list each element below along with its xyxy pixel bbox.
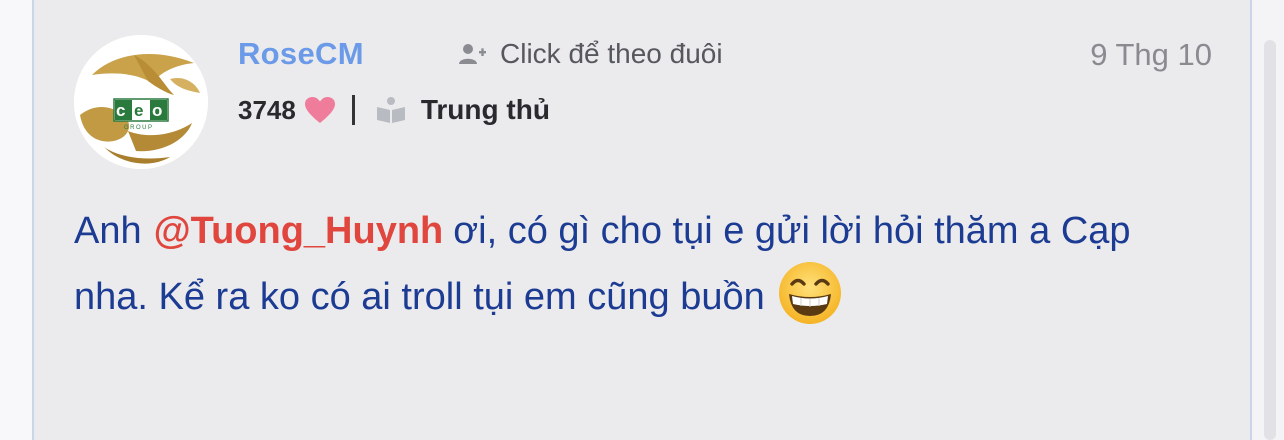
rank-label: Trung thủ	[420, 94, 550, 125]
svg-text:o: o	[152, 101, 162, 120]
svg-text:c: c	[116, 101, 125, 120]
content-text-before: Anh	[74, 210, 142, 252]
user-plus-icon	[459, 44, 486, 64]
points-count: 3748	[238, 94, 296, 125]
svg-text:e: e	[134, 101, 143, 120]
svg-text:GROUP: GROUP	[124, 125, 154, 131]
scrollbar[interactable]	[1264, 40, 1276, 440]
mention-link[interactable]: @Tuong_Huynh	[154, 210, 444, 252]
book-icon	[376, 97, 405, 123]
username-link[interactable]: RoseCM	[238, 36, 364, 72]
ceo-group-logo: c e o GROUP	[74, 35, 208, 169]
comment-body: Anh @Tuong_Huynh ơi, có gì cho tụi e gửi l…	[74, 198, 1184, 332]
grinning-face-icon	[777, 260, 843, 326]
page-margin-left	[0, 0, 32, 440]
follow-label: Click để theo đuôi	[500, 38, 723, 69]
heart-icon	[304, 97, 335, 123]
user-meta: 3748 Trung thủ	[238, 94, 550, 126]
comment-card: c e o GROUP RoseCM Click để theo đuôi 9 …	[32, 0, 1252, 440]
follow-button[interactable]: Click để theo đuôi	[458, 38, 723, 70]
meta-divider	[351, 95, 355, 125]
post-date: 9 Thg 10	[1090, 37, 1212, 72]
avatar[interactable]: c e o GROUP	[74, 35, 208, 169]
